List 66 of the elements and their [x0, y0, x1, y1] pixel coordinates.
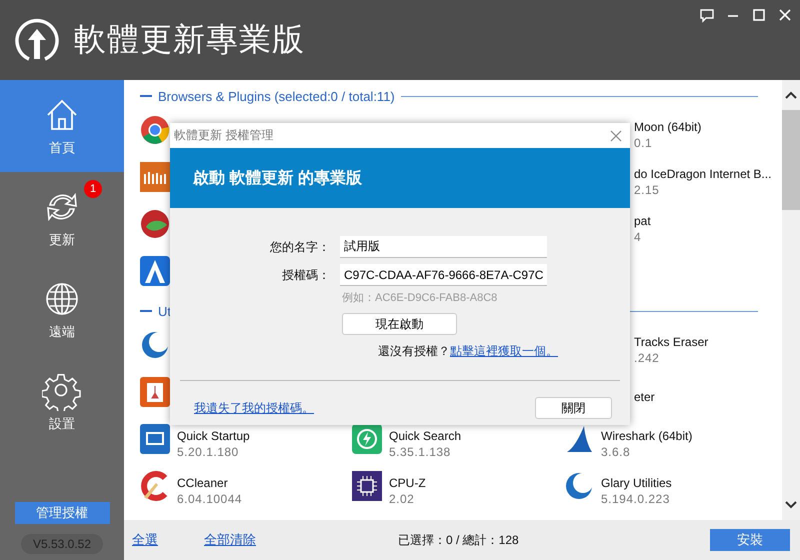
app-version: .242 [634, 350, 660, 364]
version-label: V5.53.0.52 [20, 534, 104, 554]
sidebar-label: 設置 [49, 415, 75, 433]
app-icon [140, 256, 170, 286]
gear-icon [42, 371, 82, 411]
sidebar-item[interactable]: 更新 1 [0, 172, 124, 264]
app-version: 3.6.8 [601, 444, 632, 458]
manage-license-button[interactable]: 管理授權 [14, 502, 110, 524]
app-version: 5.35.1.138 [389, 444, 452, 458]
maximize-icon[interactable] [750, 6, 768, 24]
app-title: 軟體更新專業版 [74, 20, 305, 59]
app-version: 2.15 [634, 182, 660, 196]
app-name: eter [634, 390, 655, 404]
app-icon [140, 376, 170, 406]
input-field[interactable]: 試用版 [340, 236, 547, 258]
clear-all-link[interactable]: 全部清除 [204, 531, 256, 549]
sidebar-label: 更新 [49, 231, 75, 249]
selection-summary: 已選擇：0 / 總計：128 [398, 532, 519, 548]
app-version: 2.02 [389, 492, 416, 506]
sidebar-label: 遠端 [49, 323, 75, 341]
app-version: 6.04.10044 [177, 492, 242, 506]
install-button[interactable]: 安裝 [710, 529, 790, 551]
lost-code-link[interactable]: 我遺失了我的授權碼。 [194, 400, 314, 416]
close-icon[interactable] [610, 130, 622, 142]
app-icon [140, 208, 170, 238]
app-name: Quick Startup [177, 428, 250, 442]
app-icon [140, 470, 170, 500]
get-license-link[interactable]: 點擊這裡獲取一個。 [450, 344, 558, 358]
app-name: Moon (64bit) [634, 120, 702, 134]
app-name: Tracks Eraser [634, 334, 708, 348]
section-heading[interactable]: Ut [158, 304, 171, 318]
app-icon [352, 470, 382, 500]
app-version: 4 [634, 230, 642, 244]
dialog-title: 軟體更新 授權管理 [174, 127, 274, 144]
example-hint: 例如：AC6E-D9C6-FAB8-A8C8 [342, 291, 498, 305]
license-prompt: 還沒有授權？點擊這裡獲取一個。 [378, 343, 559, 360]
app-name: do IceDragon Internet B... [634, 166, 772, 180]
sidebar-item[interactable]: 首頁 [0, 80, 124, 172]
select-all-link[interactable]: 全選 [132, 531, 158, 549]
sidebar-label: 首頁 [49, 139, 75, 157]
sidebar-item[interactable]: 遠端 [0, 264, 124, 356]
section-heading[interactable]: Browsers & Plugins (selected:0 / total:11) [158, 88, 395, 104]
app-version: 5.194.0.223 [601, 492, 671, 506]
app-icon [140, 330, 170, 360]
field-label: 您的名字： [269, 238, 330, 256]
app-name: Glary Utilities [601, 476, 672, 490]
dialog-heading: 啟動 軟體更新 的專業版 [193, 168, 362, 188]
count-badge: 1 [84, 180, 102, 198]
sidebar-item[interactable]: 設置 [0, 356, 124, 448]
scrollbar-thumb[interactable] [782, 110, 800, 210]
app-name: CPU-Z [389, 476, 426, 490]
up-arrow-logo-icon [14, 17, 60, 63]
app-icon [564, 470, 594, 500]
close-button[interactable]: 關閉 [535, 397, 612, 419]
app-version: 0.1 [634, 136, 654, 150]
activate-button[interactable]: 現在啟動 [342, 313, 457, 335]
app-icon [352, 424, 382, 454]
app-name: Wireshark (64bit) [601, 428, 692, 442]
app-icon [140, 424, 170, 454]
app-version: 5.20.1.180 [177, 444, 240, 458]
app-name: pat [634, 214, 651, 228]
input-field[interactable]: C97C-CDAA-AF76-9666-8E7A-C97C [340, 264, 547, 286]
field-label: 授權碼： [281, 266, 330, 284]
app-icon [140, 162, 170, 192]
app-name: CCleaner [177, 476, 229, 490]
app-name: Quick Search [389, 428, 462, 442]
